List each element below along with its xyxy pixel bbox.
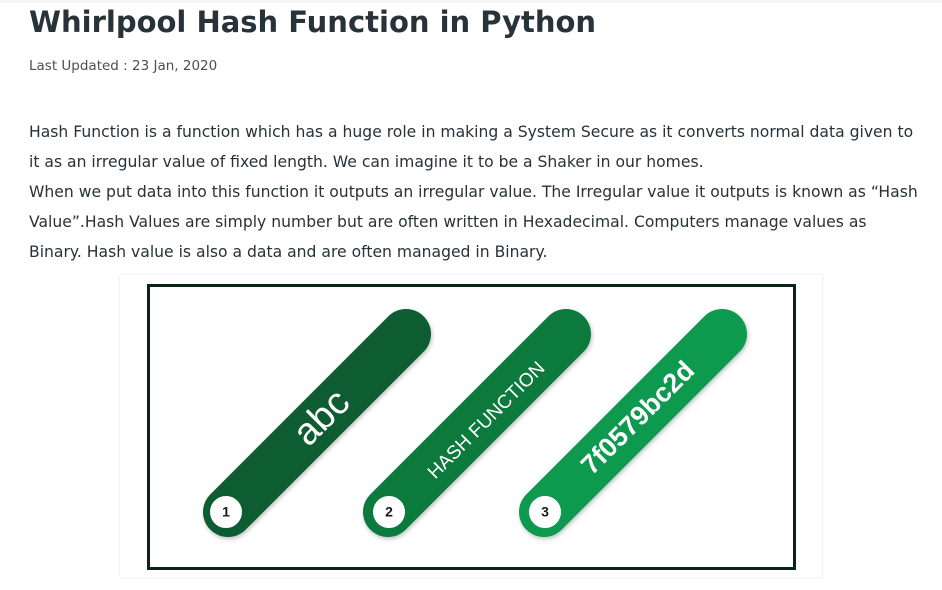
article-body: Hash Function is a function which has a … — [29, 117, 924, 267]
illustration-canvas: abc 1 HASH FUNCTION 2 7f0579bc2d 3 — [147, 284, 796, 570]
article-paragraph: Hash Function is a function which has a … — [29, 123, 914, 171]
last-updated-date: Last Updated : 23 Jan, 2020 — [29, 58, 218, 74]
hash-function-illustration: abc 1 HASH FUNCTION 2 7f0579bc2d 3 — [120, 275, 822, 577]
article-paragraph: When we put data into this function it o… — [29, 183, 918, 261]
step-number-2: 2 — [385, 504, 393, 520]
step-number-3: 3 — [541, 504, 549, 520]
step-number-1: 1 — [222, 504, 230, 520]
article-title: Whirlpool Hash Function in Python — [29, 5, 597, 39]
